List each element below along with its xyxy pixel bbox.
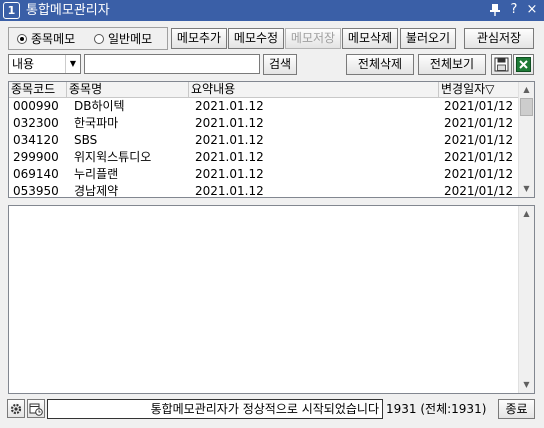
delete-all-button[interactable]: 전체삭제 bbox=[346, 54, 414, 75]
table-row[interactable]: 069140 누리플랜 2021.01.12 2021/01/12 bbox=[9, 166, 519, 183]
scroll-down-icon[interactable]: ▼ bbox=[519, 377, 534, 393]
add-memo-button[interactable]: 메모추가 bbox=[171, 28, 227, 49]
cell-name: DB하이텍 bbox=[74, 99, 125, 113]
scroll-up-icon[interactable]: ▲ bbox=[519, 82, 534, 98]
cell-summary: 2021.01.12 bbox=[195, 116, 264, 130]
load-memo-button[interactable]: 불러오기 bbox=[400, 28, 456, 49]
cell-summary: 2021.01.12 bbox=[195, 184, 264, 198]
cell-name: 위지윅스튜디오 bbox=[74, 150, 152, 164]
radio-general-memo[interactable]: 일반메모 bbox=[94, 32, 152, 46]
cell-date: 2021/01/12 bbox=[444, 133, 514, 147]
search-input[interactable] bbox=[84, 54, 260, 74]
delete-memo-button[interactable]: 메모삭제 bbox=[342, 28, 398, 49]
table-scrollbar[interactable]: ▲ ▼ bbox=[518, 82, 534, 197]
column-header-name[interactable]: 종목명 bbox=[67, 82, 189, 98]
memo-content-area[interactable]: ▲ ▼ bbox=[8, 205, 535, 394]
cell-code: 069140 bbox=[13, 167, 59, 181]
cell-summary: 2021.01.12 bbox=[195, 99, 264, 113]
table-row[interactable]: 299900 위지윅스튜디오 2021.01.12 2021/01/12 bbox=[9, 149, 519, 166]
scroll-thumb[interactable] bbox=[520, 98, 533, 116]
help-icon[interactable]: ? bbox=[505, 1, 523, 19]
cell-name: SBS bbox=[74, 133, 98, 147]
save-memo-button[interactable]: 메모저장 bbox=[285, 28, 341, 49]
memo-list-table[interactable]: 종목코드 종목명 요약내용 변경일자▽ 000990 DB하이텍 2021.01… bbox=[8, 81, 535, 198]
radio-stock-memo-label: 종목메모 bbox=[31, 32, 76, 46]
radio-general-memo-label: 일반메모 bbox=[108, 32, 153, 46]
cell-code: 034120 bbox=[13, 133, 59, 147]
status-message: 통합메모관리자가 정상적으로 시작되었습니다 bbox=[47, 399, 383, 419]
table-header: 종목코드 종목명 요약내용 변경일자▽ bbox=[9, 82, 519, 98]
title-bar: 1 통합메모관리자 ? × bbox=[0, 0, 544, 21]
cell-date: 2021/01/12 bbox=[444, 167, 514, 181]
table-row[interactable]: 032300 한국파마 2021.01.12 2021/01/12 bbox=[9, 115, 519, 132]
cell-code: 032300 bbox=[13, 116, 59, 130]
calendar-clock-icon[interactable] bbox=[27, 399, 45, 418]
cell-date: 2021/01/12 bbox=[444, 184, 514, 198]
memo-scrollbar[interactable]: ▲ ▼ bbox=[518, 206, 534, 393]
edit-memo-button[interactable]: 메모수정 bbox=[228, 28, 284, 49]
cell-summary: 2021.01.12 bbox=[195, 167, 264, 181]
table-row[interactable]: 034120 SBS 2021.01.12 2021/01/12 bbox=[9, 132, 519, 149]
excel-icon[interactable] bbox=[513, 54, 534, 75]
scroll-up-icon[interactable]: ▲ bbox=[519, 206, 534, 222]
close-icon[interactable]: × bbox=[523, 1, 541, 19]
cell-date: 2021/01/12 bbox=[444, 116, 514, 130]
pin-icon[interactable] bbox=[486, 1, 504, 19]
gear-icon[interactable] bbox=[7, 399, 25, 418]
close-button[interactable]: 종료 bbox=[498, 399, 535, 419]
cell-code: 299900 bbox=[13, 150, 59, 164]
cell-code: 000990 bbox=[13, 99, 59, 113]
search-field-value: 내용 bbox=[12, 57, 35, 71]
scroll-down-icon[interactable]: ▼ bbox=[519, 181, 534, 197]
cell-summary: 2021.01.12 bbox=[195, 150, 264, 164]
save-disk-icon[interactable] bbox=[491, 54, 512, 75]
table-row[interactable]: 000990 DB하이텍 2021.01.12 2021/01/12 bbox=[9, 98, 519, 115]
window-title: 통합메모관리자 bbox=[26, 3, 110, 18]
cell-summary: 2021.01.12 bbox=[195, 133, 264, 147]
column-header-summary[interactable]: 요약내용 bbox=[189, 82, 439, 98]
cell-name: 경남제약 bbox=[74, 184, 119, 198]
radio-unselected-icon bbox=[94, 34, 104, 44]
search-button[interactable]: 검색 bbox=[263, 54, 297, 75]
column-header-code[interactable]: 종목코드 bbox=[9, 82, 67, 98]
column-header-date[interactable]: 변경일자▽ bbox=[439, 82, 519, 98]
radio-stock-memo[interactable]: 종목메모 bbox=[17, 32, 75, 46]
cell-name: 한국파마 bbox=[74, 116, 119, 130]
table-row[interactable]: 053950 경남제약 2021.01.12 2021/01/12 bbox=[9, 183, 519, 198]
search-field-select[interactable]: 내용 ▼ bbox=[8, 54, 81, 74]
memo-type-radio-group: 종목메모 일반메모 bbox=[8, 27, 168, 50]
cell-code: 053950 bbox=[13, 184, 59, 198]
watchlist-save-button[interactable]: 관심저장 bbox=[464, 28, 534, 49]
chevron-down-icon[interactable]: ▼ bbox=[65, 55, 80, 73]
app-icon: 1 bbox=[3, 2, 20, 19]
record-count: 1931 (전체:1931) bbox=[386, 402, 487, 416]
cell-name: 누리플랜 bbox=[74, 167, 119, 181]
cell-date: 2021/01/12 bbox=[444, 150, 514, 164]
radio-selected-icon bbox=[17, 34, 27, 44]
view-all-button[interactable]: 전체보기 bbox=[418, 54, 486, 75]
cell-date: 2021/01/12 bbox=[444, 99, 514, 113]
